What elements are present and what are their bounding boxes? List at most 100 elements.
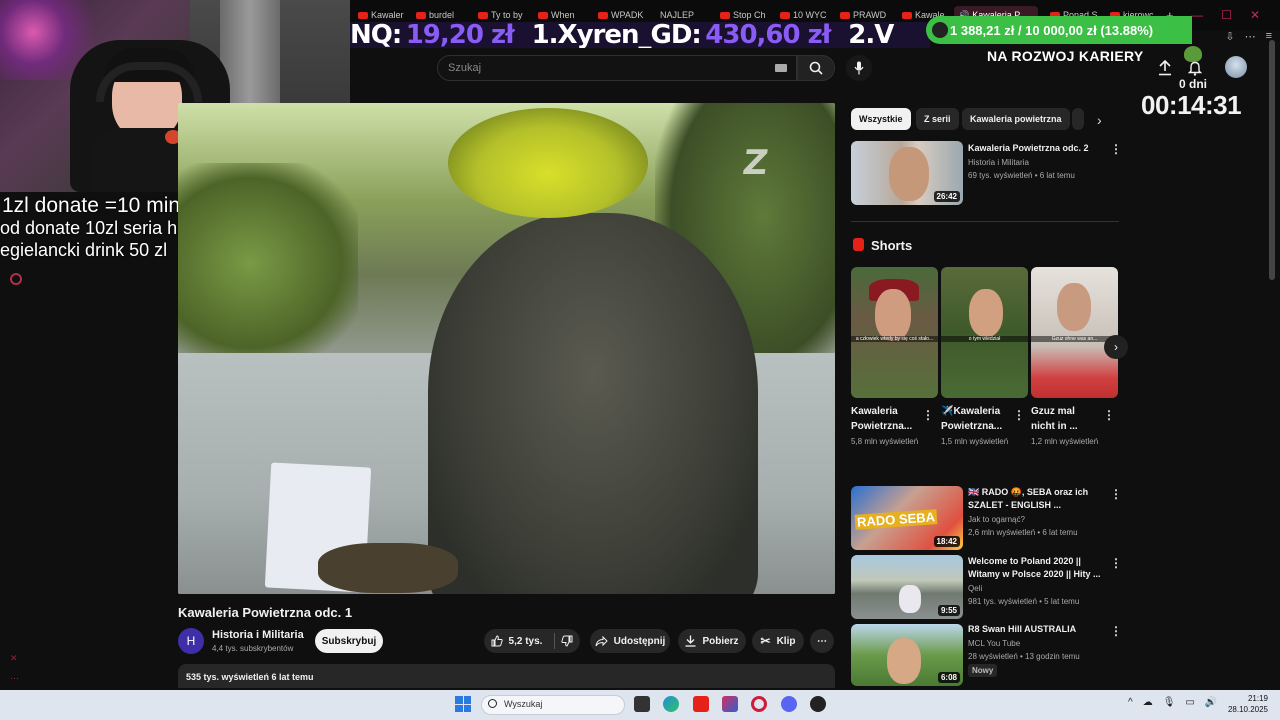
app-icon[interactable] <box>810 696 826 712</box>
youtube-icon <box>840 11 850 19</box>
short-title[interactable]: Kawaleria Powietrzna... <box>851 404 921 434</box>
kebab-menu-icon[interactable]: ⋮ <box>1103 408 1115 422</box>
account-avatar[interactable] <box>1225 56 1247 78</box>
discord-icon[interactable] <box>781 696 797 712</box>
related-title[interactable]: Kawaleria Powietrzna odc. 2 <box>968 142 1104 155</box>
video-player[interactable]: Z <box>178 103 835 594</box>
cloud-icon[interactable]: ☁ <box>1143 697 1153 708</box>
short-thumbnail[interactable]: Gzuz ohne was an... <box>1031 267 1118 398</box>
thumbnail-text: RADO SEBA <box>854 509 938 530</box>
short-thumbnail[interactable]: o tym wiedział <box>941 267 1028 398</box>
related-channel[interactable]: MCL You Tube <box>968 638 1020 650</box>
windows-start-icon[interactable] <box>455 696 471 712</box>
like-dislike-group: 5,2 tys. <box>484 629 580 653</box>
clock[interactable]: 21:19 28.10.2025 <box>1222 693 1268 715</box>
related-thumbnail[interactable]: 26:42 <box>851 141 963 205</box>
video-soldier <box>428 213 758 594</box>
kebab-menu-icon[interactable]: ⋮ <box>1013 408 1025 422</box>
thumbnail-face <box>887 638 921 684</box>
related-title[interactable]: R8 Swan Hill AUSTRALIA <box>968 623 1104 636</box>
task-view-icon[interactable] <box>634 696 650 712</box>
minimize-button[interactable]: — <box>1191 8 1203 22</box>
short-views: 1,5 mln wyświetleń <box>941 437 1009 446</box>
related-thumbnail[interactable]: 6:08 <box>851 624 963 686</box>
youtube-icon <box>720 11 730 19</box>
settings-icon[interactable] <box>10 273 22 285</box>
related-channel[interactable]: Qeli <box>968 583 982 595</box>
kebab-menu-icon[interactable]: ⋮ <box>1110 142 1122 156</box>
youtube-icon <box>598 11 608 19</box>
related-title[interactable]: 🇬🇧 RADO 🤬, SEBA oraz ich SZALET - ENGLIS… <box>968 486 1104 512</box>
close-button[interactable]: ✕ <box>1250 8 1260 22</box>
shorts-heading: Shorts <box>871 238 913 253</box>
youtube-icon <box>358 11 368 19</box>
more-actions-button[interactable]: ⋯ <box>810 629 834 653</box>
more-icon[interactable]: ⋯ <box>1245 30 1256 43</box>
related-channel[interactable]: Jak to ogarnąć? <box>968 514 1025 526</box>
thumbnail-motorcycle <box>899 585 921 613</box>
search-button[interactable] <box>797 55 835 81</box>
app-icon[interactable] <box>722 696 738 712</box>
share-button[interactable]: Udostępnij <box>590 629 670 653</box>
short-title[interactable]: ✈️Kawaleria Powietrzna... <box>941 404 1011 434</box>
channel-name[interactable]: Historia i Militaria <box>212 629 304 641</box>
views-and-date[interactable]: 535 tys. wyświetleń 6 lat temu <box>178 664 835 688</box>
short-thumbnail[interactable]: a człowiek wtedy by się coś stało... <box>851 267 938 398</box>
video-helmet-camouflage <box>448 108 648 218</box>
taskbar-search-input[interactable]: Wyszukaj <box>481 695 625 715</box>
more-icon: ⋯ <box>817 635 827 647</box>
chevron-right-icon[interactable]: › <box>1097 112 1102 128</box>
chip-kawaleria[interactable]: Kawaleria powietrzna <box>962 108 1070 130</box>
clip-button[interactable]: ✂ Klip <box>752 629 804 653</box>
kebab-menu-icon[interactable]: ⋮ <box>1110 624 1122 638</box>
upload-icon <box>1159 59 1171 76</box>
related-thumbnail[interactable]: RADO SEBA 18:42 <box>851 486 963 550</box>
search-icon <box>809 61 823 75</box>
download-icon[interactable]: ⇩ <box>1225 30 1234 43</box>
subscribe-button[interactable]: Subskrybuj <box>315 629 383 653</box>
related-channel[interactable]: Historia i Militaria <box>968 157 1029 169</box>
thumbs-down-icon[interactable] <box>561 635 573 647</box>
thumbs-up-icon[interactable] <box>491 635 503 647</box>
download-button[interactable]: Pobierz <box>678 629 746 653</box>
scissors-icon: ✂ <box>760 634 771 648</box>
youtube-icon[interactable] <box>693 696 709 712</box>
donation-ticker: NQ: 19,20 zł 1.Xyren_GD: 430,60 zł 2.V <box>350 22 930 48</box>
volume-icon[interactable]: 🔊 <box>1205 697 1217 708</box>
donation-rule-3: egielancki drink 50 zl <box>0 240 168 260</box>
stream-days: 0 dni <box>1179 77 1208 91</box>
related-meta: 2,6 mln wyświetleń • 6 lat temu <box>968 528 1078 537</box>
download-label: Pobierz <box>702 635 739 647</box>
chip-series[interactable]: Z serii <box>916 108 959 130</box>
kebab-menu-icon[interactable]: ⋮ <box>1110 556 1122 570</box>
opera-icon[interactable] <box>751 696 767 712</box>
like-count[interactable]: 5,2 tys. <box>509 636 543 647</box>
display-icon[interactable]: ▭ <box>1185 697 1194 708</box>
upload-button[interactable] <box>1158 59 1172 81</box>
kebab-menu-icon[interactable]: ⋮ <box>1110 487 1122 501</box>
maximize-button[interactable]: ☐ <box>1221 8 1232 22</box>
ticker-top-donor: 1.Xyren_GD: <box>531 22 702 48</box>
scrollbar[interactable] <box>1269 40 1275 280</box>
microphone-icon[interactable]: 🎙 <box>1163 697 1176 708</box>
voice-search-button[interactable] <box>846 55 872 81</box>
related-meta: 981 tys. wyświetleń • 5 lat temu <box>968 597 1080 606</box>
keyboard-icon[interactable] <box>775 64 787 72</box>
donation-goal-bar: 1 388,21 zł / 10 000,00 zł (13.88%) <box>926 16 1192 44</box>
chevron-up-icon[interactable]: ^ <box>1128 697 1133 708</box>
chevron-right-icon[interactable]: › <box>1104 335 1128 359</box>
short-title[interactable]: Gzuz mal nicht in ... <box>1031 404 1101 434</box>
kebab-menu-icon[interactable]: ⋮ <box>922 408 934 422</box>
edge-icon[interactable] <box>663 696 679 712</box>
ticker-top-amount: 430,60 zł <box>705 22 831 48</box>
share-label: Udostępnij <box>613 635 666 647</box>
divider <box>554 633 556 649</box>
search-input[interactable]: Szukaj <box>437 55 797 81</box>
channel-avatar[interactable]: H <box>178 628 204 654</box>
related-thumbnail[interactable]: 9:55 <box>851 555 963 619</box>
video-duration: 18:42 <box>933 536 960 547</box>
related-title[interactable]: Welcome to Poland 2020 || Witamy w Polsc… <box>968 555 1104 581</box>
short-views: 1,2 mln wyświetleń <box>1031 437 1099 446</box>
chip-partial[interactable] <box>1072 108 1084 130</box>
chip-all[interactable]: Wszystkie <box>851 108 911 130</box>
